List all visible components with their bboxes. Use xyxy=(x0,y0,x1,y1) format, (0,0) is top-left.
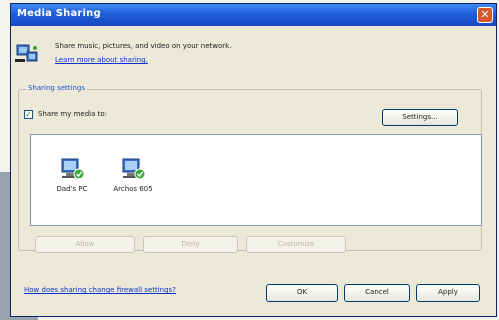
deny-button[interactable]: Deny xyxy=(143,236,238,253)
sharing-settings-label: Sharing settings xyxy=(26,84,88,92)
device-archos-605[interactable]: Archos 605 xyxy=(106,157,160,193)
customize-button[interactable]: Customize xyxy=(246,236,346,253)
share-media-checkbox[interactable]: ✓ xyxy=(24,110,33,119)
computer-shared-icon xyxy=(61,158,85,180)
device-label: Archos 605 xyxy=(113,185,153,193)
device-dads-pc[interactable]: Dad's PC xyxy=(45,157,99,193)
devices-list[interactable]: Dad's PC Archos 605 xyxy=(30,134,482,226)
firewall-help-link[interactable]: How does sharing change firewall setting… xyxy=(24,286,176,294)
checkmark-icon: ✓ xyxy=(25,110,32,119)
allow-button[interactable]: Allow xyxy=(35,236,135,253)
share-media-label: Share my media to: xyxy=(38,110,108,118)
settings-button[interactable]: Settings... xyxy=(382,109,458,126)
cancel-button[interactable]: Cancel xyxy=(344,284,410,302)
device-label: Dad's PC xyxy=(56,185,88,193)
header-description: Share music, pictures, and video on your… xyxy=(55,42,232,50)
title-bar[interactable]: Media Sharing ✕ xyxy=(11,4,496,26)
media-device-shared-icon xyxy=(122,158,146,180)
learn-more-link[interactable]: Learn more about sharing. xyxy=(55,56,148,64)
apply-button[interactable]: Apply xyxy=(416,284,480,302)
close-button[interactable]: ✕ xyxy=(477,7,493,23)
window-title: Media Sharing xyxy=(17,8,101,19)
close-icon: ✕ xyxy=(480,8,490,21)
ok-button[interactable]: OK xyxy=(266,284,338,302)
media-sharing-icon xyxy=(15,44,38,62)
